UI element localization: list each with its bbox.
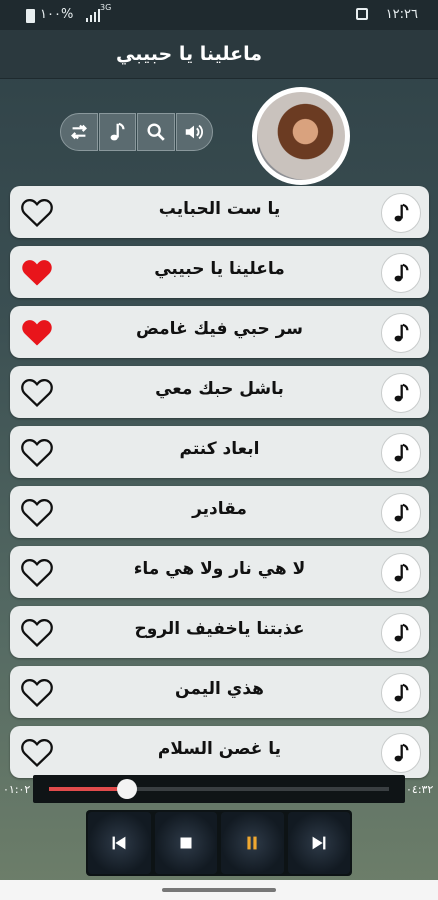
page-title: ماعلينا يا حبيبي	[116, 43, 262, 65]
song-row[interactable]: مقادير	[10, 486, 429, 538]
stop-button[interactable]	[154, 812, 217, 874]
song-title: ابعاد كنتم	[179, 439, 260, 459]
previous-button[interactable]	[88, 812, 151, 874]
heart-filled-icon[interactable]	[20, 256, 54, 288]
seek-thumb[interactable]	[117, 779, 137, 799]
seek-progress	[49, 787, 127, 791]
song-row[interactable]: هذي اليمن	[10, 666, 429, 718]
song-play-button[interactable]	[381, 553, 421, 593]
heart-outline-icon[interactable]	[20, 676, 54, 708]
song-title: يا ست الحبايب	[158, 199, 281, 219]
music-note-icon	[394, 203, 409, 222]
heart-outline-icon[interactable]	[20, 376, 54, 408]
screenshot-icon	[356, 8, 368, 20]
search-button[interactable]	[137, 113, 175, 151]
volume-icon	[186, 124, 204, 140]
music-note-icon	[394, 743, 409, 762]
heart-filled-icon[interactable]	[20, 316, 54, 348]
song-play-button[interactable]	[381, 613, 421, 653]
heart-outline-icon[interactable]	[20, 436, 54, 468]
song-row[interactable]: يا غصن السلام	[10, 726, 429, 778]
pause-icon	[247, 836, 257, 850]
status-clock: ١٢:٢٦	[385, 7, 418, 22]
repeat-button[interactable]	[60, 113, 98, 151]
music-note-icon	[394, 443, 409, 462]
artist-avatar	[252, 87, 350, 185]
song-row[interactable]: عذبتنا ياخفيف الروح	[10, 606, 429, 658]
home-gesture-handle[interactable]	[162, 888, 276, 892]
repeat-icon	[70, 124, 87, 140]
song-play-button[interactable]	[381, 373, 421, 413]
song-row[interactable]: سر حبي فيك غامض	[10, 306, 429, 358]
song-title: يا غصن السلام	[157, 739, 282, 759]
music-note-icon	[394, 503, 409, 522]
signal-icon	[86, 8, 100, 22]
music-note-icon	[394, 623, 409, 642]
song-row[interactable]: ماعلينا يا حبيبي	[10, 246, 429, 298]
battery-icon	[26, 9, 35, 23]
song-row[interactable]: يا ست الحبايب	[10, 186, 429, 238]
song-play-button[interactable]	[381, 313, 421, 353]
heart-outline-icon[interactable]	[20, 616, 54, 648]
song-title: لا هي نار ولا هي ماء	[133, 559, 306, 579]
heart-outline-icon[interactable]	[20, 556, 54, 588]
artist-photo	[257, 92, 345, 180]
system-nav-bar	[0, 880, 438, 900]
music-note-icon	[394, 323, 409, 342]
song-play-button[interactable]	[381, 733, 421, 773]
app-header: ماعلينا يا حبيبي	[0, 30, 438, 79]
skip-next-icon	[312, 836, 326, 850]
song-row[interactable]: باشل حبك معي	[10, 366, 429, 418]
skip-previous-icon	[112, 836, 126, 850]
song-play-button[interactable]	[381, 433, 421, 473]
music-note-icon	[394, 383, 409, 402]
toolbar	[60, 113, 214, 151]
song-title: مقادير	[192, 499, 247, 519]
heart-outline-icon[interactable]	[20, 196, 54, 228]
song-title: باشل حبك معي	[155, 379, 284, 399]
song-row[interactable]: لا هي نار ولا هي ماء	[10, 546, 429, 598]
music-note-icon	[394, 563, 409, 582]
music-note-icon	[110, 122, 125, 141]
song-title: هذي اليمن	[175, 679, 264, 699]
song-title: عذبتنا ياخفيف الروح	[134, 619, 305, 639]
song-play-button[interactable]	[381, 673, 421, 713]
song-play-button[interactable]	[381, 253, 421, 293]
pause-button[interactable]	[221, 812, 284, 874]
song-title: سر حبي فيك غامض	[135, 319, 304, 339]
song-play-button[interactable]	[381, 493, 421, 533]
volume-button[interactable]	[175, 113, 213, 151]
heart-outline-icon[interactable]	[20, 496, 54, 528]
song-title: ماعلينا يا حبيبي	[154, 259, 285, 279]
elapsed-time: ٠١:٠٢	[3, 783, 31, 796]
music-note-icon	[394, 683, 409, 702]
song-row[interactable]: ابعاد كنتم	[10, 426, 429, 478]
stop-icon	[180, 837, 192, 849]
heart-outline-icon[interactable]	[20, 736, 54, 768]
total-duration: ٠٤:٣٢	[406, 783, 434, 796]
playback-controls	[86, 810, 352, 876]
seek-bar[interactable]	[33, 775, 405, 803]
network-type: 3G	[100, 3, 112, 12]
battery-level: ١٠٠%	[40, 7, 74, 22]
search-icon	[147, 123, 165, 141]
status-bar: ١٠٠% 3G ١٢:٢٦	[0, 0, 438, 30]
music-library-button[interactable]	[98, 113, 136, 151]
song-list: يا ست الحبايب ماعلينا يا حبيبي سر حبي فيك …	[10, 186, 429, 786]
next-button[interactable]	[287, 812, 350, 874]
song-play-button[interactable]	[381, 193, 421, 233]
music-note-icon	[394, 263, 409, 282]
